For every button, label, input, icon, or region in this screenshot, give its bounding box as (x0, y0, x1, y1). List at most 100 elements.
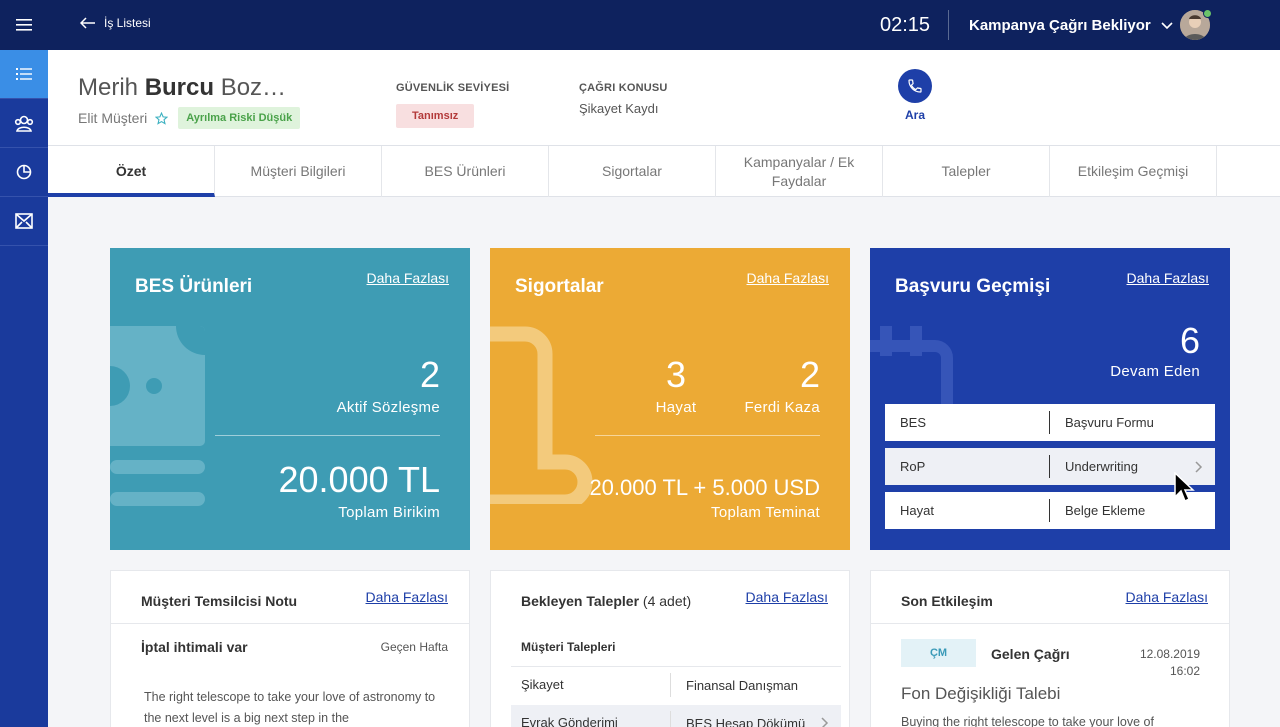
application-status: Belge Ekleme (1065, 503, 1146, 518)
application-status: Başvuru Formu (1065, 415, 1154, 430)
back-to-worklist-link[interactable]: İş Listesi (80, 16, 151, 30)
request-detail: BES Hesap Dökümü (686, 715, 806, 727)
globe-icon (16, 164, 32, 180)
application-row[interactable]: RoP Underwriting (885, 448, 1215, 485)
mail-icon (15, 213, 33, 229)
arrow-left-icon (80, 17, 95, 29)
customer-header: Merih Burcu Boz… Elit Müşteri Ayrılma Ri… (48, 50, 1280, 146)
calendar-icon (870, 326, 953, 406)
hamburger-menu-icon[interactable] (0, 0, 48, 50)
call-timer: 02:15 (880, 14, 931, 36)
interaction-subject: Fon Değişikliği Talebi (901, 684, 1061, 703)
insurances-more-link[interactable]: Daha Fazlası (747, 270, 829, 286)
request-type: Şikayet (511, 673, 671, 697)
divider (111, 623, 469, 624)
agent-note-more-link[interactable]: Daha Fazlası (366, 589, 448, 605)
agent-status-dropdown[interactable]: Kampanya Çağrı Bekliyor (969, 17, 1173, 34)
star-icon[interactable] (155, 111, 169, 125)
chevron-right-icon (821, 717, 829, 727)
last-interaction-title: Son Etkileşim (901, 593, 993, 609)
divider (871, 623, 1229, 624)
call-button-label: Ara (904, 108, 925, 122)
umbrella-icon (490, 326, 593, 504)
call-topic-value: Şikayet Kaydı (579, 101, 659, 116)
application-row[interactable]: Hayat Belge Ekleme (885, 492, 1215, 529)
request-row[interactable]: Şikayet Finansal Danışman (511, 667, 841, 703)
customer-middle-name: Burcu (144, 74, 215, 101)
users-icon (14, 115, 34, 132)
security-level: GÜVENLİK SEVİYESİ Tanımsız (396, 82, 509, 128)
request-detail: Finansal Danışman (686, 677, 798, 693)
interaction-kind: Gelen Çağrı (991, 646, 1070, 662)
interaction-text: Buying the right telescope to take your … (901, 715, 1154, 727)
note-date: Geçen Hafta (380, 640, 448, 654)
agent-status-label: Kampanya Çağrı Bekliyor (969, 17, 1151, 34)
accident-label: Ferdi Kaza (744, 399, 820, 416)
channel-badge: ÇM (901, 639, 976, 667)
customer-segment: Elit Müşteri Ayrılma Riski Düşük (78, 107, 301, 129)
tab-campaigns[interactable]: Kampanyalar / Ek Faydalar (716, 146, 883, 197)
life-label: Hayat (655, 399, 697, 416)
bes-more-link[interactable]: Daha Fazlası (367, 270, 449, 286)
applications-ongoing-label: Devam Eden (1110, 363, 1200, 380)
agent-note-card: Müşteri Temsilcisi Notu Daha Fazlası İpt… (110, 570, 470, 727)
customer-last-name: Boz… (220, 74, 287, 101)
insurances-card-title: Sigortalar (515, 276, 604, 297)
mouse-cursor-icon (1174, 472, 1195, 503)
sidebar (0, 50, 48, 727)
sidebar-item-worklist[interactable] (0, 50, 48, 99)
tab-requests[interactable]: Talepler (883, 146, 1050, 197)
bes-total-amount: 20.000 TL (278, 459, 440, 500)
customer-name: Merih Burcu Boz… (78, 74, 286, 102)
divider (215, 435, 440, 436)
applications-more-link[interactable]: Daha Fazlası (1127, 270, 1209, 286)
divider (595, 435, 820, 436)
bes-products-card: BES Ürünleri Daha Fazlası 2 Aktif Sözleş… (110, 248, 470, 550)
call-action: Ara (898, 69, 932, 122)
top-bar: İş Listesi 02:15 Kampanya Çağrı Bekliyor (0, 0, 1280, 50)
phone-icon (908, 79, 922, 93)
insurances-total-label: Toplam Teminat (711, 504, 820, 521)
bes-active-label: Aktif Sözleşme (336, 399, 440, 416)
tab-bar: Özet Müşteri Bilgileri BES Ürünleri Sigo… (48, 146, 1280, 197)
back-label: İş Listesi (104, 16, 151, 30)
application-row[interactable]: BES Başvuru Formu (885, 404, 1215, 441)
application-type: Hayat (885, 499, 1050, 522)
tab-insurances[interactable]: Sigortalar (549, 146, 716, 197)
applications-ongoing-count: 6 (1179, 320, 1200, 361)
bes-card-title: BES Ürünleri (135, 276, 253, 297)
sidebar-item-customers[interactable] (0, 99, 48, 148)
chevron-down-icon (1161, 21, 1173, 29)
applications-card: Başvuru Geçmişi Daha Fazlası 6 Devam Ede… (870, 248, 1230, 550)
divider (948, 10, 949, 40)
request-type: Evrak Gönderimi (511, 711, 671, 727)
customer-type-label: Elit Müşteri (78, 110, 148, 126)
pending-requests-more-link[interactable]: Daha Fazlası (746, 589, 828, 605)
sidebar-item-reports[interactable] (0, 148, 48, 197)
tab-interaction-history[interactable]: Etkileşim Geçmişi (1050, 146, 1217, 197)
security-level-badge: Tanımsız (396, 104, 475, 128)
tab-bes-products[interactable]: BES Ürünleri (382, 146, 549, 197)
call-topic-label: ÇAĞRI KONUSU (579, 82, 668, 94)
tab-summary[interactable]: Özet (48, 146, 215, 197)
money-icon (110, 326, 205, 506)
pending-requests-title-text: Bekleyen Talepler (521, 593, 640, 609)
last-interaction-card: Son Etkileşim Daha Fazlası ÇM Gelen Çağr… (870, 570, 1230, 727)
tab-customer-info[interactable]: Müşteri Bilgileri (215, 146, 382, 197)
pending-requests-card: Bekleyen Talepler (4 adet) Daha Fazlası … (490, 570, 850, 727)
last-interaction-more-link[interactable]: Daha Fazlası (1126, 589, 1208, 605)
sidebar-item-messages[interactable] (0, 197, 48, 246)
interaction-date: 12.08.2019 (1139, 647, 1200, 661)
request-row[interactable]: Evrak Gönderimi BES Hesap Dökümü (511, 705, 841, 727)
agent-note-title: Müşteri Temsilcisi Notu (141, 593, 298, 609)
note-text: The right telescope to take your love of… (144, 690, 436, 725)
interaction-time: 16:02 (1169, 664, 1200, 678)
application-type: RoP (885, 455, 1050, 478)
call-button[interactable] (898, 69, 932, 103)
applications-card-title: Başvuru Geçmişi (895, 276, 1051, 297)
pending-requests-count: (4 adet) (642, 593, 692, 609)
application-type: BES (885, 411, 1050, 434)
accident-count: 2 (799, 354, 820, 395)
note-heading: İptal ihtimali var (141, 639, 248, 655)
customer-first-name: Merih (78, 74, 139, 101)
